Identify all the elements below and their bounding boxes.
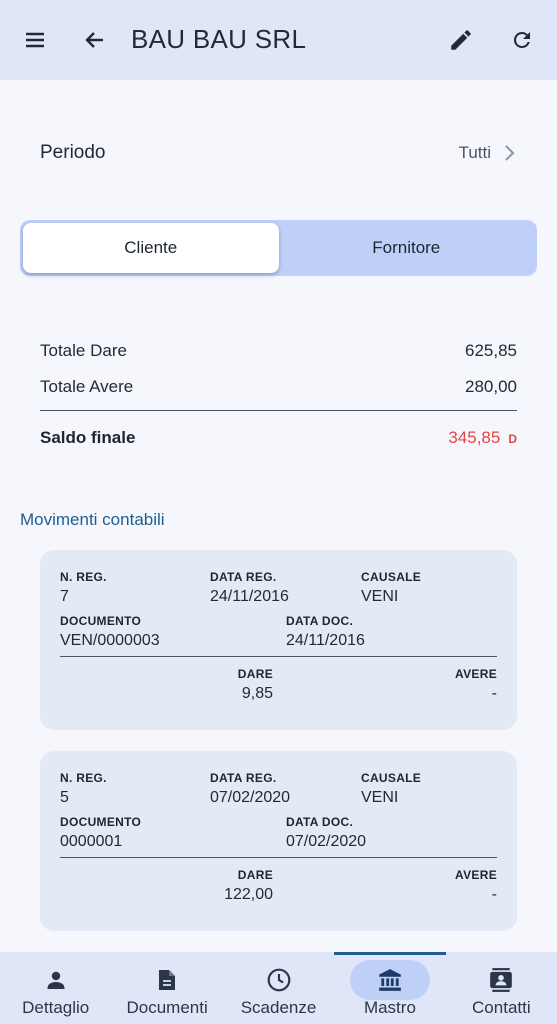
avere-header: AVERE: [455, 667, 497, 681]
n-reg-value: 5: [60, 789, 69, 806]
causale-header: CAUSALE: [361, 771, 422, 785]
totale-dare-label: Totale Dare: [40, 341, 127, 360]
chevron-right-icon: [503, 144, 517, 162]
clock-icon: [266, 967, 292, 993]
nav-item-mastro[interactable]: Mastro: [334, 952, 446, 1024]
nav-item-scadenze[interactable]: Scadenze: [223, 952, 334, 1024]
active-tab-indicator: [334, 952, 446, 955]
movimento-card[interactable]: N. REG. 7 DATA REG. 24/11/2016 CAUSALE V…: [40, 550, 517, 730]
n-reg-header: N. REG.: [60, 570, 107, 584]
data-reg-value: 07/02/2020: [210, 789, 291, 806]
causale-value: VENI: [361, 789, 399, 806]
segment-cliente[interactable]: Cliente: [23, 223, 279, 273]
documento-value: VEN/0000003: [60, 632, 160, 649]
data-reg-header: DATA REG.: [210, 570, 277, 584]
nav-item-documenti[interactable]: Documenti: [111, 952, 222, 1024]
nav-item-dettaglio[interactable]: Dettaglio: [0, 952, 111, 1024]
top-app-bar: BAU BAU SRL: [0, 0, 557, 80]
data-reg-header: DATA REG.: [210, 771, 277, 785]
nav-label-contatti: Contatti: [472, 998, 531, 1017]
avere-value: -: [491, 685, 497, 702]
document-icon: [155, 968, 179, 992]
periodo-value: Tutti: [458, 143, 491, 162]
data-doc-header: DATA DOC.: [286, 614, 354, 628]
bank-icon: [377, 967, 403, 993]
avere-value: -: [491, 886, 497, 903]
edit-pencil-icon[interactable]: [441, 20, 481, 60]
saldo-finale-label: Saldo finale: [40, 428, 136, 447]
causale-header: CAUSALE: [361, 570, 422, 584]
data-doc-header: DATA DOC.: [286, 815, 354, 829]
data-doc-value: 24/11/2016: [286, 632, 365, 649]
movimenti-section-title: Movimenti contabili: [20, 510, 165, 529]
contacts-icon: [488, 967, 514, 993]
totals-divider: [40, 410, 517, 411]
saldo-finale-row: Saldo finale 345,85 D: [40, 425, 517, 451]
nav-label-scadenze: Scadenze: [240, 998, 317, 1017]
refresh-icon[interactable]: [502, 20, 542, 60]
nav-label-documenti: Documenti: [126, 998, 208, 1017]
documento-header: DOCUMENTO: [60, 815, 142, 829]
data-reg-value: 24/11/2016: [210, 588, 289, 605]
totale-avere-label: Totale Avere: [40, 377, 134, 396]
causale-value: VENI: [361, 588, 399, 605]
dare-value: 122,00: [224, 886, 273, 903]
documento-value: 0000001: [60, 833, 123, 850]
data-doc-value: 07/02/2020: [286, 833, 367, 850]
n-reg-header: N. REG.: [60, 771, 107, 785]
totale-avere-value: 280,00: [465, 377, 517, 396]
totals-summary: Totale Dare 625,85 Totale Avere 280,00 S…: [40, 338, 517, 451]
menu-icon[interactable]: [15, 20, 55, 60]
periodo-selector[interactable]: Tutti: [459, 143, 517, 163]
dare-header: DARE: [237, 667, 273, 681]
page-title: BAU BAU SRL: [131, 24, 307, 54]
dare-value: 9,85: [241, 685, 273, 702]
totale-dare-value: 625,85: [465, 341, 517, 360]
back-arrow-icon[interactable]: [75, 20, 115, 60]
documento-header: DOCUMENTO: [60, 614, 142, 628]
cliente-fornitore-toggle: Cliente Fornitore: [20, 220, 537, 276]
saldo-finale-value: 345,85: [448, 428, 501, 447]
nav-item-contatti[interactable]: Contatti: [446, 952, 557, 1024]
n-reg-value: 7: [60, 588, 69, 605]
bottom-navigation: Dettaglio Documenti Scadenze Mastro Cont…: [0, 952, 557, 1024]
person-icon: [44, 968, 68, 992]
saldo-flag-badge: D: [508, 432, 517, 446]
avere-header: AVERE: [455, 868, 497, 882]
segment-fornitore[interactable]: Fornitore: [279, 223, 535, 273]
movimento-card[interactable]: N. REG. 5 DATA REG. 07/02/2020 CAUSALE V…: [40, 751, 517, 931]
periodo-row[interactable]: Periodo Tutti: [40, 138, 517, 168]
periodo-label: Periodo: [40, 142, 106, 163]
dare-header: DARE: [237, 868, 273, 882]
totale-avere-row: Totale Avere 280,00: [40, 374, 517, 400]
totale-dare-row: Totale Dare 625,85: [40, 338, 517, 364]
nav-label-dettaglio: Dettaglio: [22, 998, 90, 1017]
nav-label-mastro: Mastro: [363, 998, 416, 1017]
